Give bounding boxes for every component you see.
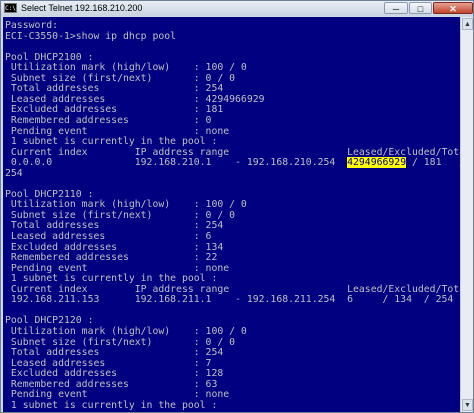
console-line: Excluded addresses : 181 <box>5 104 224 116</box>
console-line: Pending event : none <box>5 389 230 401</box>
window-title: Select Telnet 192.168.210.200 <box>21 3 143 13</box>
console-line: Subnet size (first/next) : 0 / 0 <box>5 72 236 84</box>
console-line: Pending event : none <box>5 262 230 274</box>
console-line: 1 subnet is currently in the pool : <box>5 399 218 411</box>
close-button[interactable]: ✕ <box>433 2 473 14</box>
console-line: Excluded addresses : 134 <box>5 241 224 253</box>
console-line: Total addresses : 254 <box>5 347 224 359</box>
console-line: Pending event : none <box>5 125 230 137</box>
title-bar[interactable]: C:\ Select Telnet 192.168.210.200 ─ □ ✕ <box>1 1 473 16</box>
console-line: 192.168.211.153 192.168.211.1 - 192.168.… <box>5 294 454 306</box>
console-line: Pool DHCP2100 : <box>5 51 94 63</box>
console-line: ECI-C3550-1>show ip dhcp pool <box>5 30 177 42</box>
console-output[interactable]: Password: ECI-C3550-1>show ip dhcp pool Po… <box>3 17 460 412</box>
console-line: 254 <box>5 167 23 179</box>
console-line: Utilization mark (high/low) : 100 / 0 <box>5 199 247 211</box>
console-line: Leased addresses : 7 <box>5 357 212 369</box>
vertical-scrollbar[interactable]: ▲ ▼ <box>460 17 473 412</box>
selected-text-highlight[interactable]: 4294966929 <box>347 157 407 169</box>
console-line: Total addresses : 254 <box>5 220 224 232</box>
console-line: Excluded addresses : 128 <box>5 368 224 380</box>
console-line: Remembered addresses : 0 <box>5 114 212 126</box>
console-line: Current index IP address range Leased/Ex… <box>5 146 460 158</box>
console-app-icon[interactable]: C:\ <box>4 3 17 13</box>
console-line: Pool DHCP2110 : <box>5 188 94 200</box>
console-line: Total addresses : 254 <box>5 83 224 95</box>
console-line: Remembered addresses : 63 <box>5 378 218 390</box>
console-line: Remembered addresses : 22 <box>5 252 218 264</box>
console-line: Pool DHCP2120 : <box>5 315 94 327</box>
console-line: 1 subnet is currently in the pool : <box>5 136 218 148</box>
telnet-window: C:\ Select Telnet 192.168.210.200 ─ □ ✕ … <box>0 0 474 413</box>
console-line: 1 subnet is currently in the pool : <box>5 273 218 285</box>
console-line-suffix: / 181 / <box>406 157 460 169</box>
console-line: Password: <box>5 20 59 31</box>
scroll-up-arrow-icon[interactable]: ▲ <box>462 18 473 30</box>
console-line: Subnet size (first/next) : 0 / 0 <box>5 209 236 221</box>
console-line: Utilization mark (high/low) : 100 / 0 <box>5 325 247 337</box>
console-line: Subnet size (first/next) : 0 / 0 <box>5 336 236 348</box>
console-line: Leased addresses : 4294966929 <box>5 93 265 105</box>
console-line: 0.0.0.0 192.168.210.1 - 192.168.210.254 … <box>5 157 460 169</box>
console-line: Current index IP address range Leased/Ex… <box>5 283 460 295</box>
console-line: Leased addresses : 6 <box>5 231 212 242</box>
minimize-button[interactable]: ─ <box>384 2 408 14</box>
scroll-down-arrow-icon[interactable]: ▼ <box>462 399 473 411</box>
console-line: Utilization mark (high/low) : 100 / 0 <box>5 62 247 74</box>
maximize-button[interactable]: □ <box>409 2 432 14</box>
